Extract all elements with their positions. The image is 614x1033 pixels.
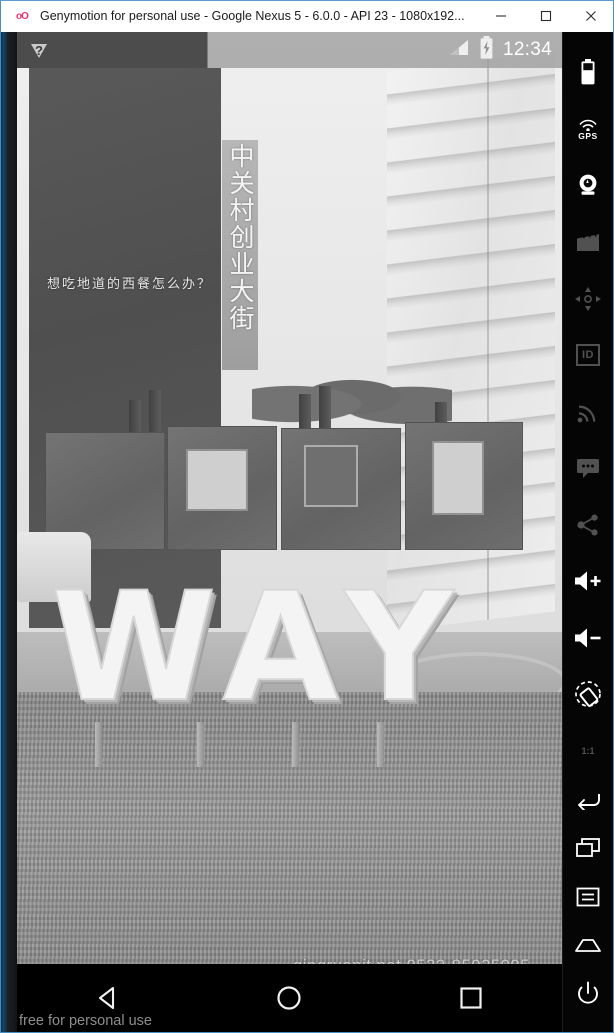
- minimize-button[interactable]: [478, 1, 523, 32]
- unknown-notification-icon: ?: [29, 42, 49, 59]
- battery-icon: [581, 59, 595, 85]
- recent-apps-button[interactable]: [563, 824, 614, 873]
- identifiers-widget-button[interactable]: ID: [563, 331, 614, 380]
- status-notifications: ?: [17, 42, 49, 59]
- corner-bracket: [575, 740, 581, 746]
- gps-icon: GPS: [578, 118, 598, 141]
- genymotion-logo-icon: oO: [16, 10, 29, 22]
- network-widget-button[interactable]: [563, 387, 614, 436]
- rotate-button[interactable]: [563, 670, 614, 719]
- house-block: [167, 426, 277, 550]
- power-icon: [578, 981, 598, 1004]
- status-indicators: 12:34: [448, 36, 562, 64]
- power-button[interactable]: [563, 970, 614, 1019]
- window-pane: [186, 449, 248, 511]
- vertical-sign-text: 中关村创业大街: [226, 143, 254, 332]
- genymotion-toolbar: GPS ID 1:1: [562, 32, 613, 1032]
- volume-down-button[interactable]: [563, 614, 614, 663]
- status-clock: 12:34: [502, 39, 552, 60]
- menu-icon: [576, 887, 600, 907]
- clapperboard-icon: [577, 233, 599, 251]
- volume-down-icon: [575, 628, 601, 648]
- maximize-button[interactable]: [523, 1, 568, 32]
- dpad-widget-button[interactable]: [563, 274, 614, 323]
- scale-label: 1:1: [581, 746, 595, 757]
- volume-up-button[interactable]: [563, 557, 614, 606]
- sculpture-letter: A: [221, 561, 339, 735]
- share-widget-button[interactable]: [563, 501, 614, 550]
- id-icon: ID: [576, 344, 600, 367]
- share-icon: [577, 514, 598, 536]
- scale-one-to-one-icon: 1:1: [575, 740, 601, 762]
- rotate-screen-icon: [575, 681, 601, 708]
- corner-bracket: [595, 740, 601, 746]
- recent-apps-icon: [576, 838, 600, 858]
- back-arrow-icon: [578, 793, 600, 810]
- battery-widget-button[interactable]: [563, 48, 614, 97]
- volume-up-icon: [575, 571, 601, 591]
- billboard-text: 想吃地道的西餐怎么办？: [47, 276, 213, 291]
- nav-recents-button[interactable]: [426, 964, 516, 1032]
- gps-widget-button[interactable]: GPS: [563, 105, 614, 154]
- nav-home-button[interactable]: [244, 964, 334, 1032]
- network-signal-icon: [577, 405, 596, 423]
- genymotion-window: oO Genymotion for personal use - Google …: [0, 0, 614, 1033]
- unknown-notification-glyph: ?: [35, 42, 43, 58]
- emulator-body: 想吃地道的西餐怎么办？ 中关村创业大街 W A Y ? 12:34 free f…: [1, 32, 613, 1032]
- home-icon: [575, 939, 601, 953]
- house-block: [405, 422, 523, 550]
- sms-widget-button[interactable]: [563, 444, 614, 493]
- way-sculpture: W A Y: [50, 561, 455, 735]
- battery-charging-icon: [479, 36, 494, 64]
- window-pane: [304, 445, 358, 507]
- window-pane: [432, 441, 484, 515]
- camera-widget-button[interactable]: [563, 161, 614, 210]
- sculpture-letter: Y: [344, 561, 455, 735]
- id-label: ID: [582, 349, 594, 362]
- android-status-bar: ? 12:34: [17, 32, 562, 68]
- close-button[interactable]: [568, 1, 613, 32]
- personal-use-watermark: free for personal use: [19, 1013, 152, 1029]
- signal-bars-icon: [448, 39, 470, 62]
- device-screen[interactable]: 想吃地道的西餐怎么办？ 中关村创业大街 W A Y ? 12:34 free f…: [17, 32, 562, 1032]
- wallpaper-photo: 想吃地道的西餐怎么办？ 中关村创业大街 W A Y: [17, 32, 562, 1032]
- webcam-icon: [579, 175, 597, 196]
- scale-button[interactable]: 1:1: [563, 727, 614, 776]
- device-frame-left: [1, 32, 17, 1032]
- window-titlebar: oO Genymotion for personal use - Google …: [1, 1, 613, 32]
- message-bubble-icon: [577, 459, 599, 479]
- dpad-icon: [575, 286, 601, 311]
- screen-record-widget-button[interactable]: [563, 218, 614, 267]
- sculpture-letter: W: [50, 561, 217, 735]
- gps-label: GPS: [578, 130, 598, 141]
- house-block: [281, 428, 401, 550]
- window-title: Genymotion for personal use - Google Nex…: [40, 8, 465, 23]
- corner-bracket: [575, 756, 581, 762]
- corner-bracket: [595, 756, 601, 762]
- menu-button[interactable]: [563, 872, 614, 921]
- home-button[interactable]: [563, 921, 614, 970]
- vertical-street-sign: 中关村创业大街: [222, 140, 258, 370]
- back-button[interactable]: [563, 775, 614, 824]
